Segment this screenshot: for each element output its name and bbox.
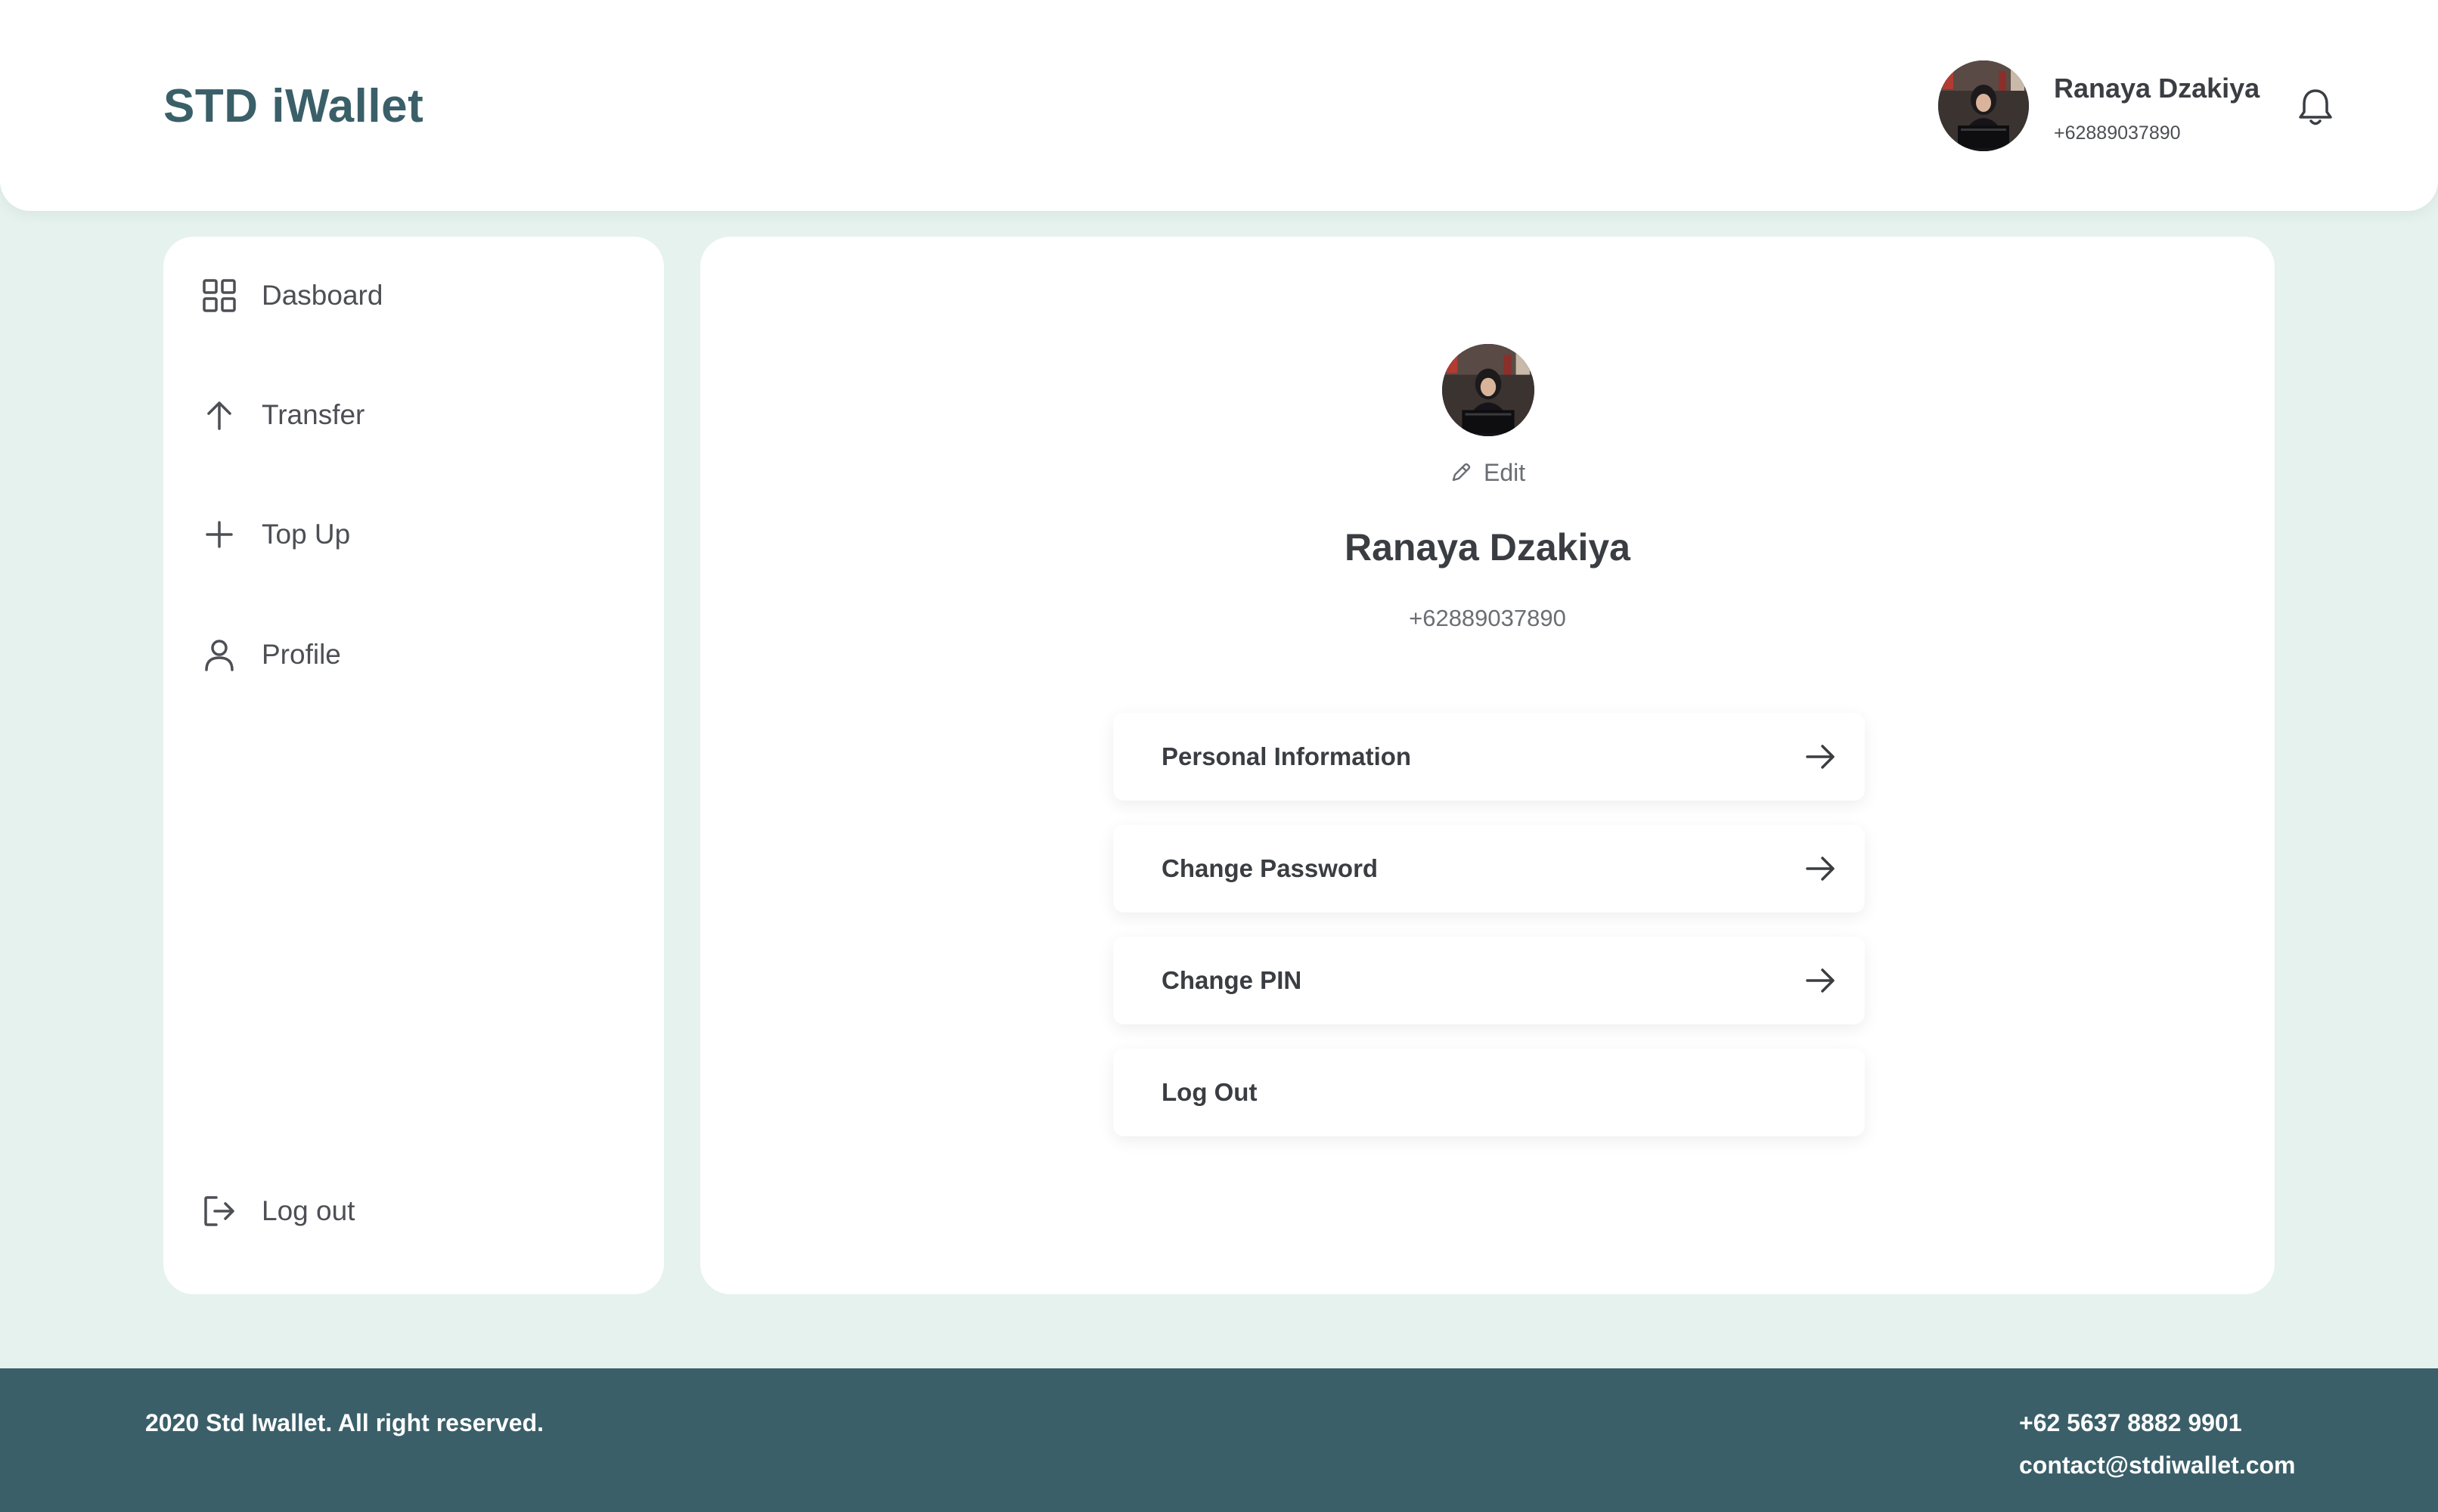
sidebar-logout-label: Log out: [262, 1195, 355, 1226]
header-avatar[interactable]: [1938, 60, 2029, 151]
menu-label: Personal Information: [1162, 742, 1412, 770]
sidebar-item-label: Top Up: [262, 519, 351, 550]
profile-card: Edit Ranaya Dzakiya +62889037890 Persona…: [700, 237, 2275, 1294]
footer-phone: +62 5637 8882 9901: [2019, 1409, 2242, 1436]
user-icon: [201, 637, 237, 673]
footer-email[interactable]: contact@stdiwallet.com: [2019, 1452, 2296, 1479]
sidebar-item-label: Dasboard: [262, 280, 383, 311]
user-photo-icon: [1938, 60, 2029, 151]
header-user-phone: +62889037890: [2054, 122, 2181, 144]
sidebar-logout[interactable]: Log out: [201, 1188, 355, 1234]
edit-profile-button[interactable]: Edit: [1449, 454, 1525, 491]
pencil-icon: [1452, 463, 1471, 482]
logout-icon: [201, 1193, 237, 1229]
change-password-button[interactable]: Change Password: [1113, 825, 1865, 912]
profile-phone: +62889037890: [1409, 605, 1566, 631]
edit-label: Edit: [1484, 458, 1526, 486]
profile-avatar[interactable]: [1442, 344, 1534, 436]
sidebar: Dasboard Transfer Top Up Profile Log out: [163, 237, 664, 1294]
brand-logo[interactable]: STD iWallet: [163, 79, 423, 133]
profile-name: Ranaya Dzakiya: [1344, 526, 1630, 569]
arrow-right-icon: [1806, 745, 1835, 769]
sidebar-item-top-up[interactable]: Top Up: [201, 512, 350, 557]
log-out-button[interactable]: Log Out: [1113, 1049, 1865, 1136]
top-header: STD iWallet Ranaya Dzakiya +62889037890: [0, 0, 2438, 211]
menu-label: Change PIN: [1162, 966, 1302, 994]
sidebar-item-dashboard[interactable]: Dasboard: [201, 273, 383, 318]
menu-label: Log Out: [1162, 1078, 1258, 1106]
arrow-right-icon: [1806, 968, 1835, 993]
grid-icon: [201, 277, 237, 314]
sidebar-item-transfer[interactable]: Transfer: [201, 392, 364, 438]
sidebar-item-label: Transfer: [262, 399, 365, 430]
change-pin-button[interactable]: Change PIN: [1113, 937, 1865, 1024]
bell-icon[interactable]: [2296, 86, 2335, 129]
personal-information-button[interactable]: Personal Information: [1113, 713, 1865, 801]
header-user-name: Ranaya Dzakiya: [2054, 73, 2260, 104]
menu-label: Change Password: [1162, 854, 1379, 882]
arrow-up-icon: [201, 397, 237, 433]
arrow-right-icon: [1806, 857, 1835, 881]
footer: 2020 Std Iwallet. All right reserved. +6…: [0, 1368, 2438, 1512]
sidebar-item-profile[interactable]: Profile: [201, 632, 341, 677]
plus-icon: [201, 516, 237, 553]
footer-copyright: 2020 Std Iwallet. All right reserved.: [145, 1409, 544, 1436]
user-photo-icon: [1442, 344, 1534, 436]
sidebar-item-label: Profile: [262, 639, 341, 670]
